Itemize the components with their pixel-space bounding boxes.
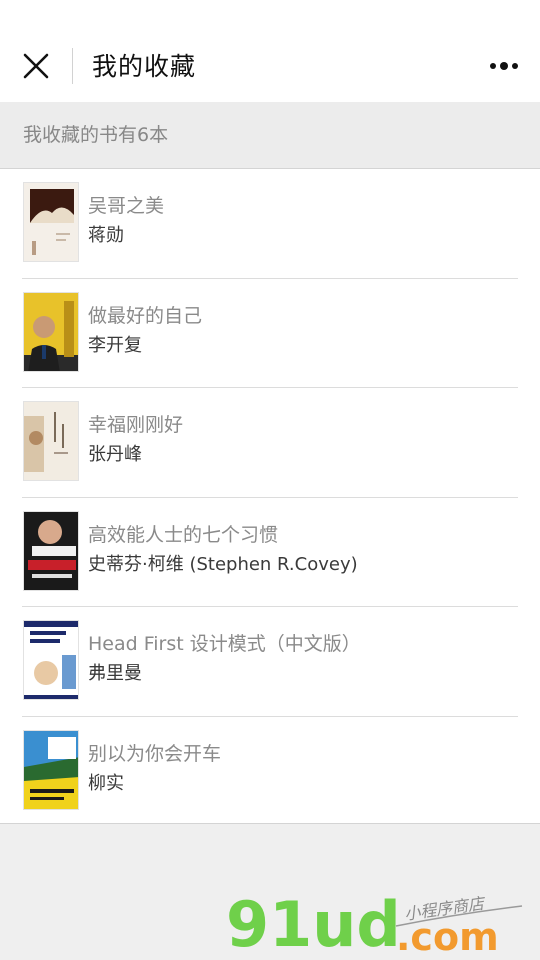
nav-divider bbox=[72, 48, 73, 84]
more-dots-icon bbox=[488, 62, 520, 70]
book-title: 高效能人士的七个习惯 bbox=[88, 523, 279, 546]
navigation-bar: 我的收藏 bbox=[0, 0, 540, 102]
book-cover-image bbox=[23, 291, 79, 372]
book-title: 做最好的自己 bbox=[88, 304, 203, 327]
book-cover-image bbox=[23, 729, 79, 810]
book-cover-image bbox=[23, 620, 79, 700]
book-list-item[interactable]: 高效能人士的七个习惯 史蒂芬·柯维 (Stephen R.Covey) bbox=[0, 498, 540, 607]
book-author: 柳实 bbox=[88, 772, 124, 794]
book-author: 史蒂芬·柯维 (Stephen R.Covey) bbox=[88, 553, 358, 575]
book-cover-image bbox=[23, 401, 79, 481]
book-list-item[interactable]: Head First 设计模式（中文版） 弗里曼 bbox=[0, 607, 540, 717]
book-list-item[interactable]: 幸福刚刚好 张丹峰 bbox=[0, 388, 540, 498]
close-button[interactable] bbox=[18, 46, 54, 86]
book-list-item[interactable]: 别以为你会开车 柳实 bbox=[0, 717, 540, 827]
book-cover-image bbox=[23, 182, 79, 262]
book-author: 李开复 bbox=[88, 334, 142, 356]
favorite-books-list: 吴哥之美 蒋勋 做最好的自己 李开复 幸福刚刚好 张丹峰 高效能人士的七个习惯 … bbox=[0, 169, 540, 824]
book-list-item[interactable]: 做最好的自己 李开复 bbox=[0, 279, 540, 388]
favorites-count-bar: 我收藏的书有6本 bbox=[0, 102, 540, 169]
favorites-count-text: 我收藏的书有6本 bbox=[23, 124, 169, 146]
close-icon bbox=[23, 53, 49, 79]
book-author: 张丹峰 bbox=[88, 444, 142, 465]
book-author: 弗里曼 bbox=[88, 663, 142, 684]
book-list-item[interactable]: 吴哥之美 蒋勋 bbox=[0, 169, 540, 279]
page-title: 我的收藏 bbox=[92, 52, 197, 81]
book-title: 吴哥之美 bbox=[88, 195, 165, 217]
book-title: 幸福刚刚好 bbox=[88, 414, 184, 436]
watermark-logo: 91ud .com 小程序商店 bbox=[226, 886, 526, 960]
more-button[interactable] bbox=[484, 50, 524, 82]
book-title: 别以为你会开车 bbox=[88, 742, 222, 765]
watermark-brand: 91ud bbox=[226, 888, 401, 956]
book-cover-image bbox=[23, 510, 79, 591]
book-title: Head First 设计模式（中文版） bbox=[88, 633, 361, 655]
book-author: 蒋勋 bbox=[88, 225, 124, 246]
